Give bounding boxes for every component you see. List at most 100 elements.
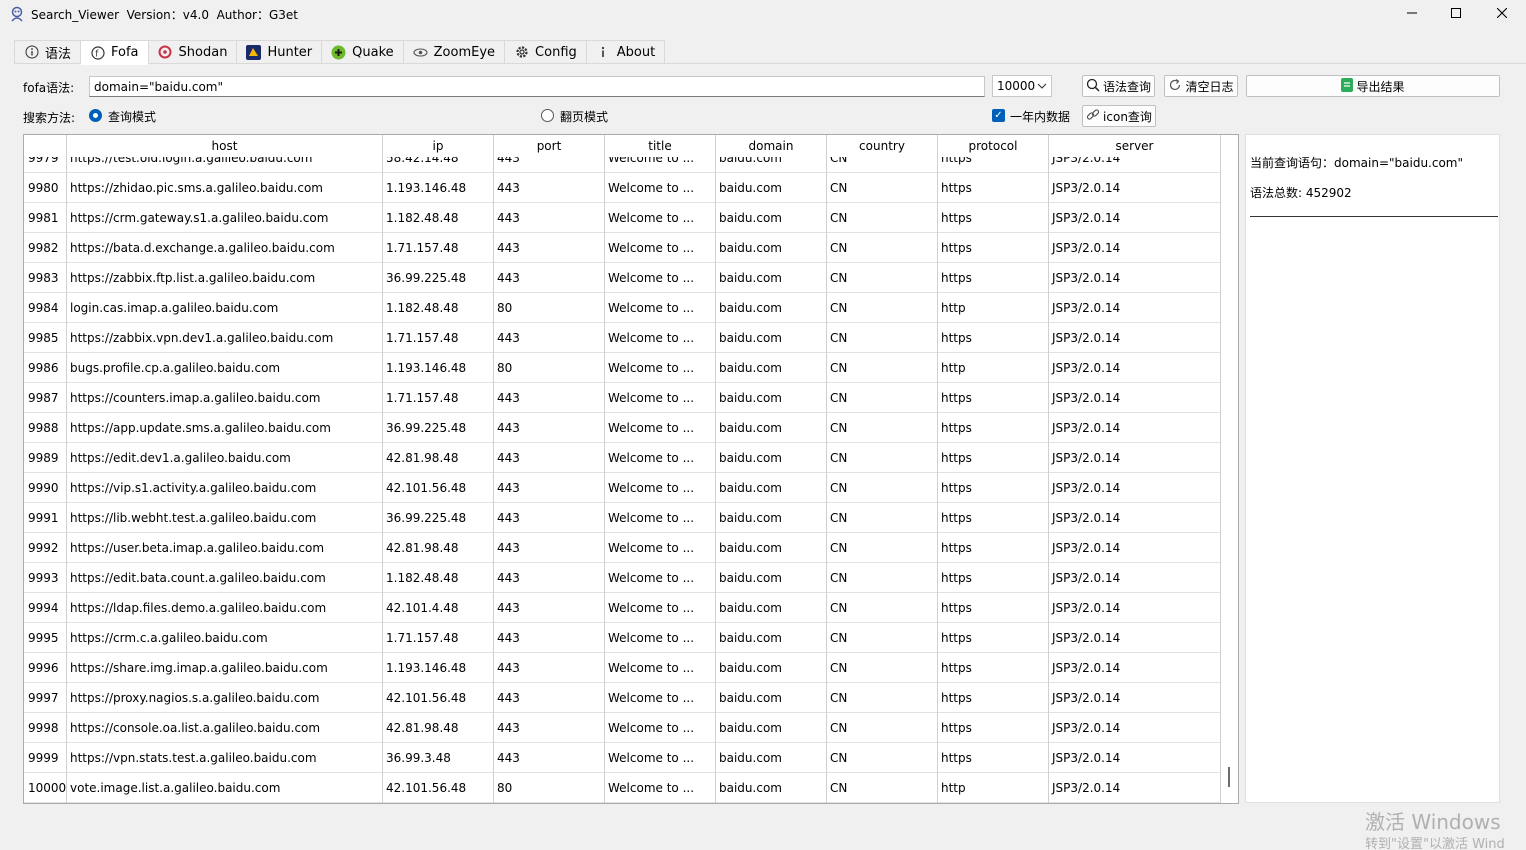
clear-log-button[interactable]: 清空日志 [1164, 75, 1238, 97]
table-row[interactable]: 9986 bugs.profile.cp.a.galileo.baidu.com 1… [24, 353, 1221, 383]
table-row[interactable]: 9994 https://ldap.files.demo.a.galileo.ba… [24, 593, 1221, 623]
syntax-search-button[interactable]: 语法查询 [1082, 75, 1155, 97]
cell-host: vote.image.list.a.galileo.baidu.com [67, 773, 383, 803]
column-header-port[interactable]: port [494, 135, 605, 157]
cell-protocol: https [938, 323, 1049, 353]
results-table[interactable]: 9979 https://test.old.login.a.galileo.bai… [23, 134, 1239, 804]
tab-fofa[interactable]: f Fofa [81, 40, 149, 65]
tab-syntax[interactable]: 语法 [14, 40, 82, 64]
column-header-host[interactable]: host [67, 135, 383, 157]
table-row[interactable]: 9989 https://edit.dev1.a.galileo.baidu.co… [24, 443, 1221, 473]
cell-country: CN [827, 773, 938, 803]
icon-query-button[interactable]: icon查询 [1082, 105, 1156, 127]
tab-shodan[interactable]: Shodan [148, 40, 238, 64]
table-row[interactable]: 9999 https://vpn.stats.test.a.galileo.bai… [24, 743, 1221, 773]
cell-country: CN [827, 263, 938, 293]
cell-port: 80 [494, 293, 605, 323]
tab-shodan-label: Shodan [178, 44, 228, 60]
header-corner [24, 135, 67, 157]
tab-bar: 语法 f Fofa Shodan Hunter Quake ZoomEye Co… [14, 40, 666, 65]
shodan-icon [158, 45, 173, 60]
cell-domain: baidu.com [716, 773, 827, 803]
cell-server: JSP3/2.0.14 [1049, 683, 1221, 713]
chevron-down-icon [1037, 79, 1047, 96]
scrollbar-thumb[interactable] [1228, 767, 1230, 787]
one-year-checkbox[interactable]: ✓ [992, 109, 1005, 122]
info-panel: 当前查询语句：domain="baidu.com" 语法总数: 452902 [1245, 134, 1500, 803]
query-input[interactable] [89, 76, 985, 97]
cell-country: CN [827, 563, 938, 593]
cell-host: https://counters.imap.a.galileo.baidu.co… [67, 383, 383, 413]
table-header: host ip port title domain country protocol serv… [24, 135, 1221, 157]
table-row[interactable]: 9996 https://share.img.imap.a.galileo.bai… [24, 653, 1221, 683]
tab-config[interactable]: Config [505, 40, 587, 64]
cell-country: CN [827, 623, 938, 653]
cell-num: 9993 [24, 563, 67, 593]
column-header-country[interactable]: country [827, 135, 938, 157]
result-count-select[interactable]: 10000 [992, 75, 1052, 97]
cell-port: 443 [494, 383, 605, 413]
cell-ip: 42.101.56.48 [383, 773, 494, 803]
tab-about[interactable]: About [586, 40, 666, 64]
table-row[interactable]: 9997 https://proxy.nagios.s.a.galileo.bai… [24, 683, 1221, 713]
cell-server: JSP3/2.0.14 [1049, 503, 1221, 533]
cell-num: 9988 [24, 413, 67, 443]
cell-protocol: https [938, 713, 1049, 743]
cell-title: Welcome to ... [605, 653, 716, 683]
cell-domain: baidu.com [716, 383, 827, 413]
cell-server: JSP3/2.0.14 [1049, 593, 1221, 623]
table-row[interactable]: 9993 https://edit.bata.count.a.galileo.ba… [24, 563, 1221, 593]
table-row[interactable]: 9998 https://console.oa.list.a.galileo.ba… [24, 713, 1221, 743]
tab-hunter[interactable]: Hunter [237, 40, 323, 64]
cell-ip: 36.99.3.48 [383, 743, 494, 773]
table-row[interactable]: 9984 login.cas.imap.a.galileo.baidu.com 1.… [24, 293, 1221, 323]
table-row[interactable]: 10000 vote.image.list.a.galileo.baidu.com… [24, 773, 1221, 803]
cell-country: CN [827, 653, 938, 683]
cell-country: CN [827, 683, 938, 713]
column-header-domain[interactable]: domain [716, 135, 827, 157]
column-header-server[interactable]: server [1049, 135, 1221, 157]
query-mode-radio[interactable] [89, 109, 102, 122]
column-header-protocol[interactable]: protocol [938, 135, 1049, 157]
activation-watermark-title: 激活 Windows [1365, 810, 1501, 834]
table-row[interactable]: 9982 https://bata.d.exchange.a.galileo.ba… [24, 233, 1221, 263]
cell-domain: baidu.com [716, 173, 827, 203]
table-row[interactable]: 9990 https://vip.s1.activity.a.galileo.ba… [24, 473, 1221, 503]
cell-domain: baidu.com [716, 503, 827, 533]
page-mode-radio[interactable] [541, 109, 554, 122]
tab-zoomeye[interactable]: ZoomEye [403, 40, 506, 64]
table-row[interactable]: 9981 https://crm.gateway.s1.a.galileo.bai… [24, 203, 1221, 233]
divider [1250, 216, 1498, 217]
tab-quake[interactable]: Quake [322, 40, 404, 64]
cell-country: CN [827, 593, 938, 623]
close-button[interactable] [1479, 0, 1525, 28]
tab-config-label: Config [535, 44, 577, 60]
column-header-title[interactable]: title [605, 135, 716, 157]
table-row[interactable]: 9980 https://zhidao.pic.sms.a.galileo.bai… [24, 173, 1221, 203]
about-icon [596, 45, 611, 60]
cell-host: https://crm.c.a.galileo.baidu.com [67, 623, 383, 653]
cell-domain: baidu.com [716, 653, 827, 683]
cell-host: https://ldap.files.demo.a.galileo.baidu.… [67, 593, 383, 623]
table-row[interactable]: 9991 https://lib.webht.test.a.galileo.bai… [24, 503, 1221, 533]
cell-server: JSP3/2.0.14 [1049, 473, 1221, 503]
cell-protocol: http [938, 353, 1049, 383]
table-row[interactable]: 9983 https://zabbix.ftp.list.a.galileo.ba… [24, 263, 1221, 293]
cell-server: JSP3/2.0.14 [1049, 533, 1221, 563]
column-header-ip[interactable]: ip [383, 135, 494, 157]
table-row[interactable]: 9988 https://app.update.sms.a.galileo.bai… [24, 413, 1221, 443]
table-row[interactable]: 9987 https://counters.imap.a.galileo.baid… [24, 383, 1221, 413]
table-row[interactable]: 9985 https://zabbix.vpn.dev1.a.galileo.ba… [24, 323, 1221, 353]
cell-title: Welcome to ... [605, 713, 716, 743]
cell-num: 10000 [24, 773, 67, 803]
table-row[interactable]: 9992 https://user.beta.imap.a.galileo.bai… [24, 533, 1221, 563]
maximize-button[interactable] [1433, 0, 1479, 28]
cell-num: 9995 [24, 623, 67, 653]
export-results-button[interactable]: 导出结果 [1246, 75, 1500, 97]
cell-port: 443 [494, 683, 605, 713]
cell-port: 80 [494, 353, 605, 383]
cell-server: JSP3/2.0.14 [1049, 773, 1221, 803]
minimize-button[interactable] [1389, 0, 1435, 28]
table-row[interactable]: 9995 https://crm.c.a.galileo.baidu.com 1.7… [24, 623, 1221, 653]
cell-port: 443 [494, 173, 605, 203]
